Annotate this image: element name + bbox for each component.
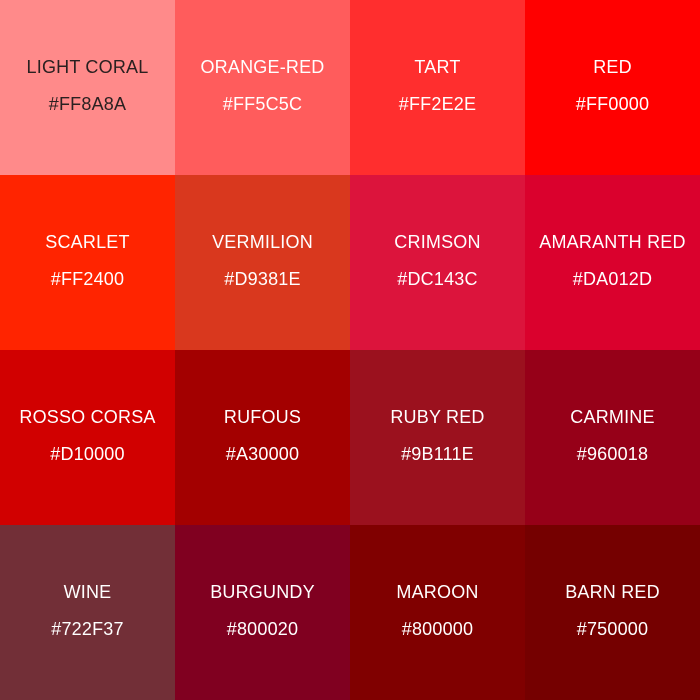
color-swatch: TART #FF2E2E (350, 0, 525, 175)
color-hex-code: #FF2E2E (398, 94, 477, 114)
color-hex-code: #A30000 (225, 444, 300, 464)
color-swatch: BARN RED #750000 (525, 525, 700, 700)
color-swatch: ORANGE-RED #FF5C5C (175, 0, 350, 175)
color-swatch: LIGHT CORAL #FF8A8A (0, 0, 175, 175)
color-hex-code: #FF5C5C (222, 94, 303, 114)
color-hex-code: #800000 (401, 619, 474, 639)
color-hex-code: #800020 (226, 619, 299, 639)
color-name: MAROON (396, 582, 479, 602)
color-swatch: RED #FF0000 (525, 0, 700, 175)
color-name: TART (414, 57, 461, 77)
color-swatch: ROSSO CORSA #D10000 (0, 350, 175, 525)
color-name: CRIMSON (394, 232, 481, 252)
color-hex-code: #722F37 (51, 619, 124, 639)
color-swatch: SCARLET #FF2400 (0, 175, 175, 350)
color-name: CARMINE (570, 407, 655, 427)
color-name: LIGHT CORAL (26, 57, 149, 77)
color-name: BURGUNDY (210, 582, 315, 602)
color-swatch: WINE #722F37 (0, 525, 175, 700)
color-name: RED (593, 57, 632, 77)
color-hex-code: #DA012D (572, 269, 653, 289)
color-hex-code: #960018 (576, 444, 649, 464)
color-hex-code: #D9381E (224, 269, 301, 289)
color-hex-code: #FF2400 (50, 269, 125, 289)
color-swatch: MAROON #800000 (350, 525, 525, 700)
color-hex-code: #FF8A8A (48, 94, 127, 114)
color-hex-code: #D10000 (50, 444, 125, 464)
color-hex-code: #9B111E (401, 444, 474, 464)
color-name: AMARANTH RED (539, 232, 686, 252)
color-name: BARN RED (565, 582, 660, 602)
color-hex-code: #750000 (576, 619, 649, 639)
color-name: ORANGE-RED (200, 57, 325, 77)
color-swatch-grid: LIGHT CORAL #FF8A8A ORANGE-RED #FF5C5C TART #… (0, 0, 700, 700)
color-hex-code: #FF0000 (575, 94, 650, 114)
color-hex-code: #DC143C (397, 269, 478, 289)
color-name: ROSSO CORSA (19, 407, 156, 427)
color-swatch: CRIMSON #DC143C (350, 175, 525, 350)
color-swatch: CARMINE #960018 (525, 350, 700, 525)
color-name: RUBY RED (390, 407, 485, 427)
color-name: WINE (63, 582, 112, 602)
color-swatch: VERMILION #D9381E (175, 175, 350, 350)
color-swatch: AMARANTH RED #DA012D (525, 175, 700, 350)
color-name: RUFOUS (223, 407, 302, 427)
color-swatch: RUFOUS #A30000 (175, 350, 350, 525)
color-swatch: RUBY RED #9B111E (350, 350, 525, 525)
color-swatch: BURGUNDY #800020 (175, 525, 350, 700)
color-name: VERMILION (212, 232, 313, 252)
color-name: SCARLET (45, 232, 130, 252)
